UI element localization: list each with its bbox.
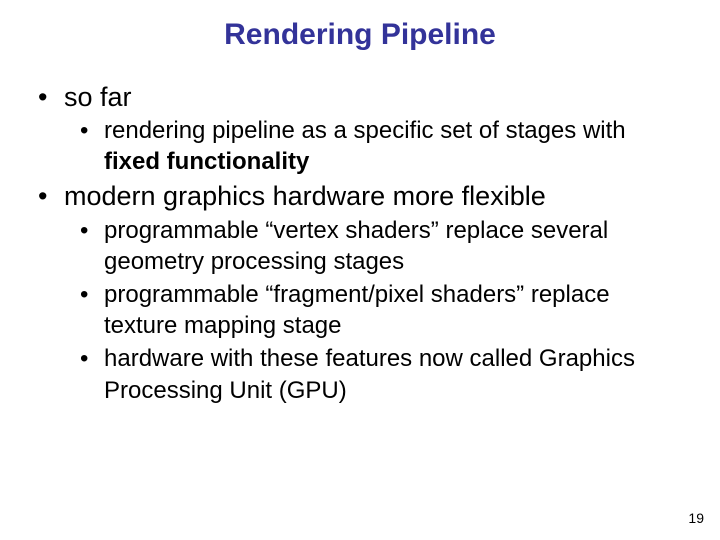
bullet-modern: modern graphics hardware more flexible p… — [36, 179, 684, 405]
bullet-text: so far — [64, 82, 132, 112]
slide-title: Rendering Pipeline — [36, 18, 684, 52]
bullet-modern-sub-1: programmable “vertex shaders” replace se… — [80, 215, 684, 277]
bullet-list-level-2: rendering pipeline as a specific set of … — [64, 115, 684, 177]
slide: Rendering Pipeline so far rendering pipe… — [0, 0, 720, 540]
page-number: 19 — [688, 510, 704, 526]
bullet-list-level-2: programmable “vertex shaders” replace se… — [64, 215, 684, 406]
bullet-text: hardware with these features now called … — [104, 345, 635, 403]
bullet-so-far: so far rendering pipeline as a specific … — [36, 80, 684, 177]
bullet-modern-sub-2: programmable “fragment/pixel shaders” re… — [80, 279, 684, 341]
bullet-list-level-1: so far rendering pipeline as a specific … — [36, 80, 684, 406]
bullet-modern-sub-3: hardware with these features now called … — [80, 343, 684, 405]
bullet-text: programmable “vertex shaders” replace se… — [104, 217, 608, 275]
bullet-text: rendering pipeline as a specific set of … — [104, 117, 626, 144]
bullet-text: programmable “fragment/pixel shaders” re… — [104, 281, 610, 339]
bullet-text-bold: fixed functionality — [104, 148, 309, 175]
bullet-so-far-sub-1: rendering pipeline as a specific set of … — [80, 115, 684, 177]
bullet-text: modern graphics hardware more flexible — [64, 181, 546, 211]
